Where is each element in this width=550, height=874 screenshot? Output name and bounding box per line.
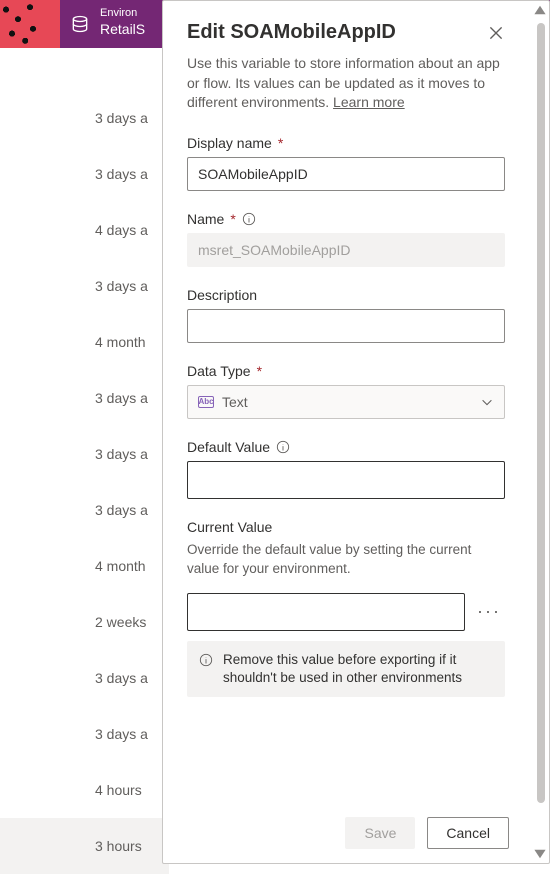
learn-more-link[interactable]: Learn more (333, 94, 405, 110)
edit-variable-panel: Edit SOAMobileAppID Use this variable to… (162, 0, 550, 864)
cancel-button[interactable]: Cancel (427, 817, 509, 849)
current-value-note: Override the default value by setting th… (187, 541, 505, 579)
panel-footer: Save Cancel (163, 811, 531, 855)
description-label: Description (187, 287, 505, 303)
description-input[interactable] (187, 309, 505, 343)
list-item[interactable]: 3 days a (0, 146, 169, 202)
display-name-label: Display name * (187, 135, 505, 151)
environment-picker[interactable]: Environ RetailS (100, 6, 145, 38)
data-type-label: Data Type * (187, 363, 505, 379)
name-label: Name * (187, 211, 505, 227)
info-icon[interactable] (242, 212, 256, 226)
current-value-label: Current Value (187, 519, 505, 535)
list-item[interactable]: 4 month (0, 314, 169, 370)
list-item[interactable]: 3 days a (0, 90, 169, 146)
list-item[interactable]: 3 hours (0, 818, 169, 874)
default-value-label: Default Value (187, 439, 505, 455)
panel-title: Edit SOAMobileAppID (187, 21, 396, 44)
data-type-value: Text (222, 394, 248, 410)
list-item[interactable]: 3 days a (0, 426, 169, 482)
required-asterisk: * (257, 363, 262, 379)
name-input (187, 233, 505, 267)
required-asterisk: * (230, 211, 235, 227)
scrollbar-thumb[interactable] (537, 23, 545, 803)
background-list: 3 days a 3 days a 4 days a 3 days a 4 mo… (0, 90, 170, 864)
current-value-warning: Remove this value before exporting if it… (187, 641, 505, 697)
info-icon (199, 653, 213, 667)
scroll-up-arrow-icon[interactable] (533, 3, 547, 17)
list-item[interactable]: 4 month (0, 538, 169, 594)
list-item[interactable]: 3 days a (0, 706, 169, 762)
text-type-icon: Abc (198, 396, 214, 408)
save-button: Save (345, 817, 415, 849)
required-asterisk: * (278, 135, 283, 151)
environment-label: Environ (100, 6, 145, 20)
list-item[interactable]: 3 days a (0, 258, 169, 314)
display-name-input[interactable] (187, 157, 505, 191)
app-logo (0, 0, 60, 48)
data-type-dropdown[interactable]: Abc Text (187, 385, 505, 419)
list-item[interactable]: 2 weeks (0, 594, 169, 650)
close-icon[interactable] (487, 24, 505, 42)
list-item[interactable]: 3 days a (0, 482, 169, 538)
panel-description: Use this variable to store information a… (187, 54, 505, 113)
list-item[interactable]: 4 hours (0, 762, 169, 818)
list-item[interactable]: 3 days a (0, 650, 169, 706)
current-value-input[interactable] (187, 593, 465, 631)
chevron-down-icon (480, 395, 494, 409)
list-item[interactable]: 3 days a (0, 370, 169, 426)
default-value-input[interactable] (187, 461, 505, 499)
more-options-icon[interactable]: ··· (473, 601, 505, 622)
scroll-down-arrow-icon[interactable] (533, 847, 547, 861)
environment-name: RetailS (100, 20, 145, 38)
environment-icon (70, 14, 90, 34)
list-item[interactable]: 4 days a (0, 202, 169, 258)
info-icon[interactable] (276, 440, 290, 454)
